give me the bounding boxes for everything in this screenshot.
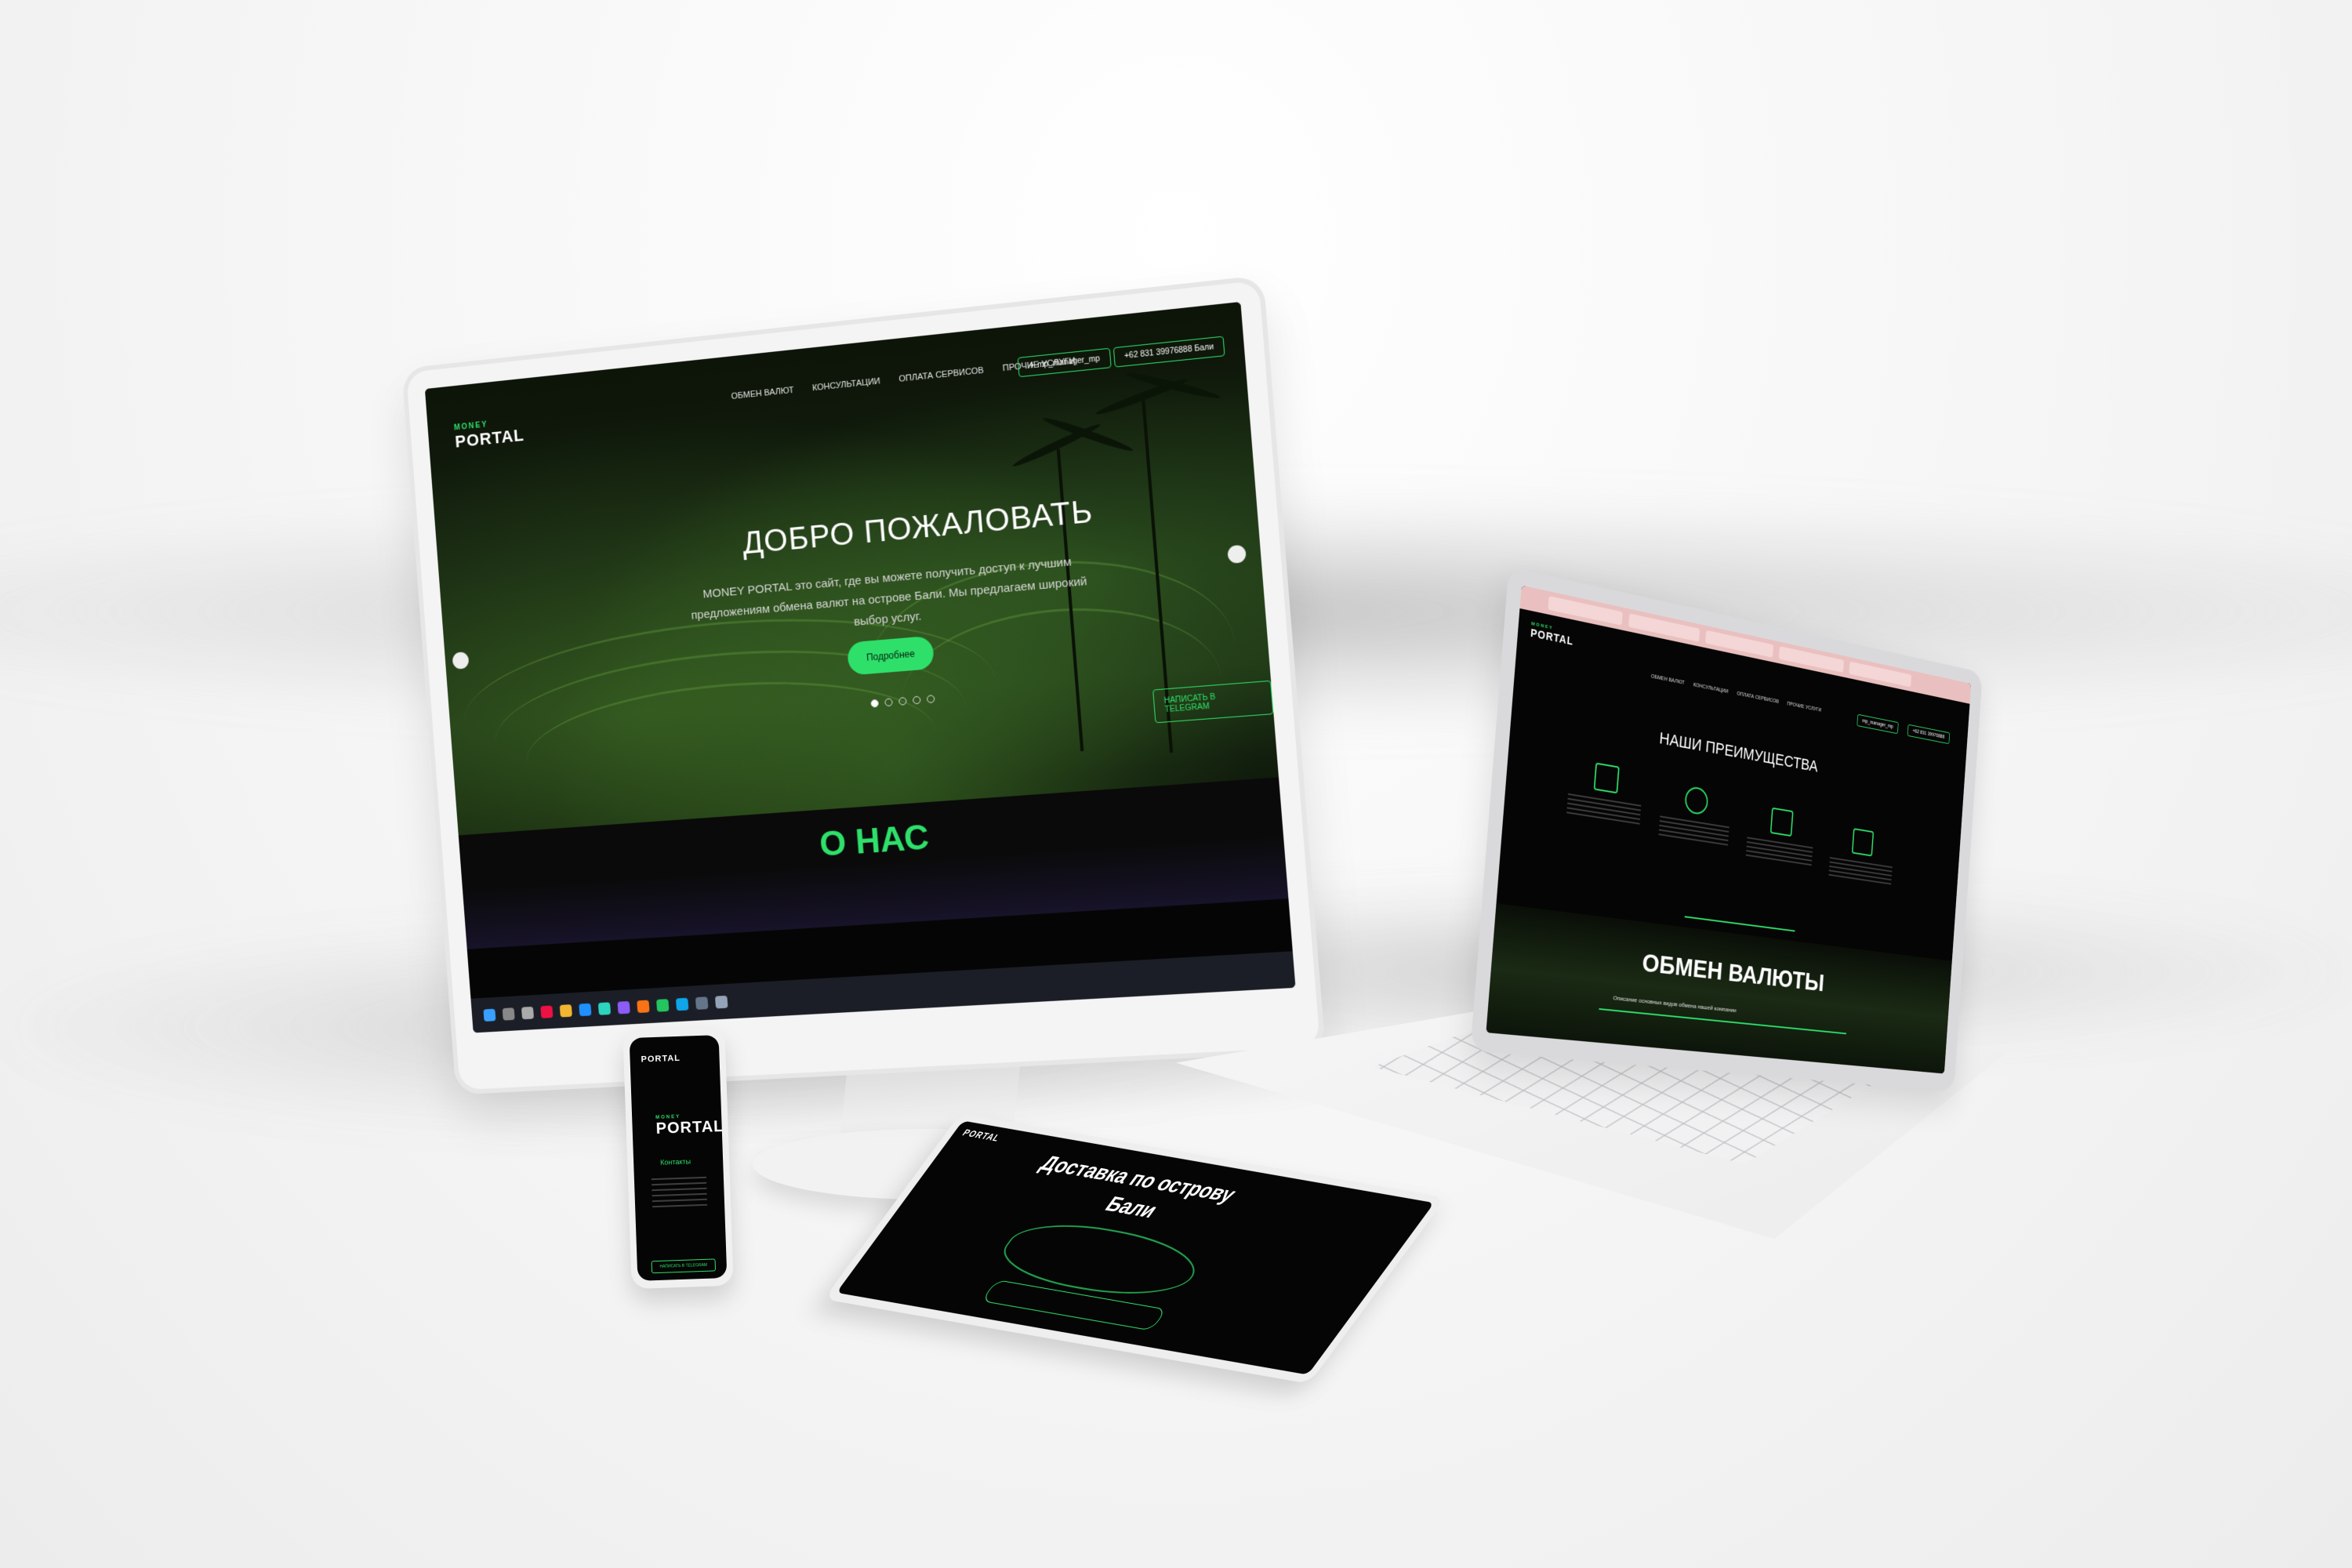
slider-dot[interactable] xyxy=(898,697,907,706)
browser-icon[interactable] xyxy=(637,1000,650,1013)
delivery-title-line2: Бали xyxy=(1100,1191,1164,1223)
menu-item-consultations[interactable]: КОНСУЛЬТАЦИИ xyxy=(1693,683,1729,695)
phone-screen: PORTAL MONEY PORTAL Контакты НАПИСАТЬ В … xyxy=(629,1035,728,1281)
menu-item-exchange[interactable]: ОБМЕН ВАЛЮТ xyxy=(731,386,794,401)
menu-item-payments[interactable]: ОПЛАТА СЕРВИСОВ xyxy=(898,366,984,384)
wallet-icon xyxy=(1593,762,1620,794)
app-icon[interactable] xyxy=(675,997,689,1011)
contacts-text xyxy=(651,1176,708,1210)
site-logo[interactable]: MONEY PORTAL xyxy=(454,417,525,452)
site-logo[interactable]: PORTAL xyxy=(641,1054,681,1065)
app-icon[interactable] xyxy=(540,1004,554,1018)
delivery-icon xyxy=(1851,828,1875,857)
search-icon[interactable] xyxy=(502,1007,515,1021)
advantage-card xyxy=(1828,825,1894,887)
menu-item-other[interactable]: ПРОЧИЕ УСЛУГИ xyxy=(1787,702,1821,713)
about-title: О НАС xyxy=(818,818,931,864)
write-telegram-button[interactable]: НАПИСАТЬ В TELEGRAM xyxy=(651,1258,717,1274)
smartphone: PORTAL MONEY PORTAL Контакты НАПИСАТЬ В … xyxy=(622,1026,734,1290)
site-logo[interactable]: PORTAL xyxy=(960,1128,1002,1144)
folder-icon[interactable] xyxy=(559,1004,572,1018)
monitor-screen: MONEY PORTAL ОБМЕН ВАЛЮТ КОНСУЛЬТАЦИИ ОП… xyxy=(424,301,1296,1033)
support-icon xyxy=(1684,785,1709,816)
telegram-contact-pill[interactable]: mp_manager_mp xyxy=(1857,713,1899,735)
slider-dot[interactable] xyxy=(884,698,893,707)
phone-contact-pill[interactable]: +62 831 39976888 xyxy=(1907,724,1950,745)
site-logo[interactable]: MONEY PORTAL xyxy=(1530,622,1574,648)
slider-dot[interactable] xyxy=(912,695,921,705)
app-icon[interactable] xyxy=(579,1003,592,1016)
menu-item-payments[interactable]: ОПЛАТА СЕРВИСОВ xyxy=(1737,691,1779,705)
advantage-card xyxy=(1745,804,1816,867)
menu-item-consultations[interactable]: КОНСУЛЬТАЦИИ xyxy=(812,376,881,393)
site-logo-large: MONEY PORTAL xyxy=(655,1114,724,1138)
product-mockup-scene: MONEY PORTAL ОБМЕН ВАЛЮТ КОНСУЛЬТАЦИИ ОП… xyxy=(0,0,2352,1568)
app-icon[interactable] xyxy=(655,998,670,1012)
menu-item-exchange[interactable]: ОБМЕН ВАЛЮТ xyxy=(1651,674,1685,686)
windows-start-icon[interactable] xyxy=(483,1008,496,1022)
app-icon[interactable] xyxy=(617,1000,630,1014)
task-view-icon[interactable] xyxy=(521,1006,535,1019)
main-menu: ОБМЕН ВАЛЮТ КОНСУЛЬТАЦИИ ОПЛАТА СЕРВИСОВ… xyxy=(1651,674,1822,713)
slider-dot[interactable] xyxy=(870,699,880,708)
desktop-monitor: MONEY PORTAL ОБМЕН ВАЛЮТ КОНСУЛЬТАЦИИ ОП… xyxy=(401,274,1326,1095)
app-icon[interactable] xyxy=(695,996,709,1010)
app-icon[interactable] xyxy=(597,1001,612,1015)
document-icon xyxy=(1769,807,1794,837)
advantage-card xyxy=(1566,758,1644,826)
slider-dot[interactable] xyxy=(926,695,935,704)
advantage-card xyxy=(1658,782,1732,848)
advantages-title: НАШИ ПРЕИМУЩЕСТВА xyxy=(1658,728,1819,776)
app-icon[interactable] xyxy=(714,995,728,1009)
contacts-title: Контакты xyxy=(660,1157,691,1167)
